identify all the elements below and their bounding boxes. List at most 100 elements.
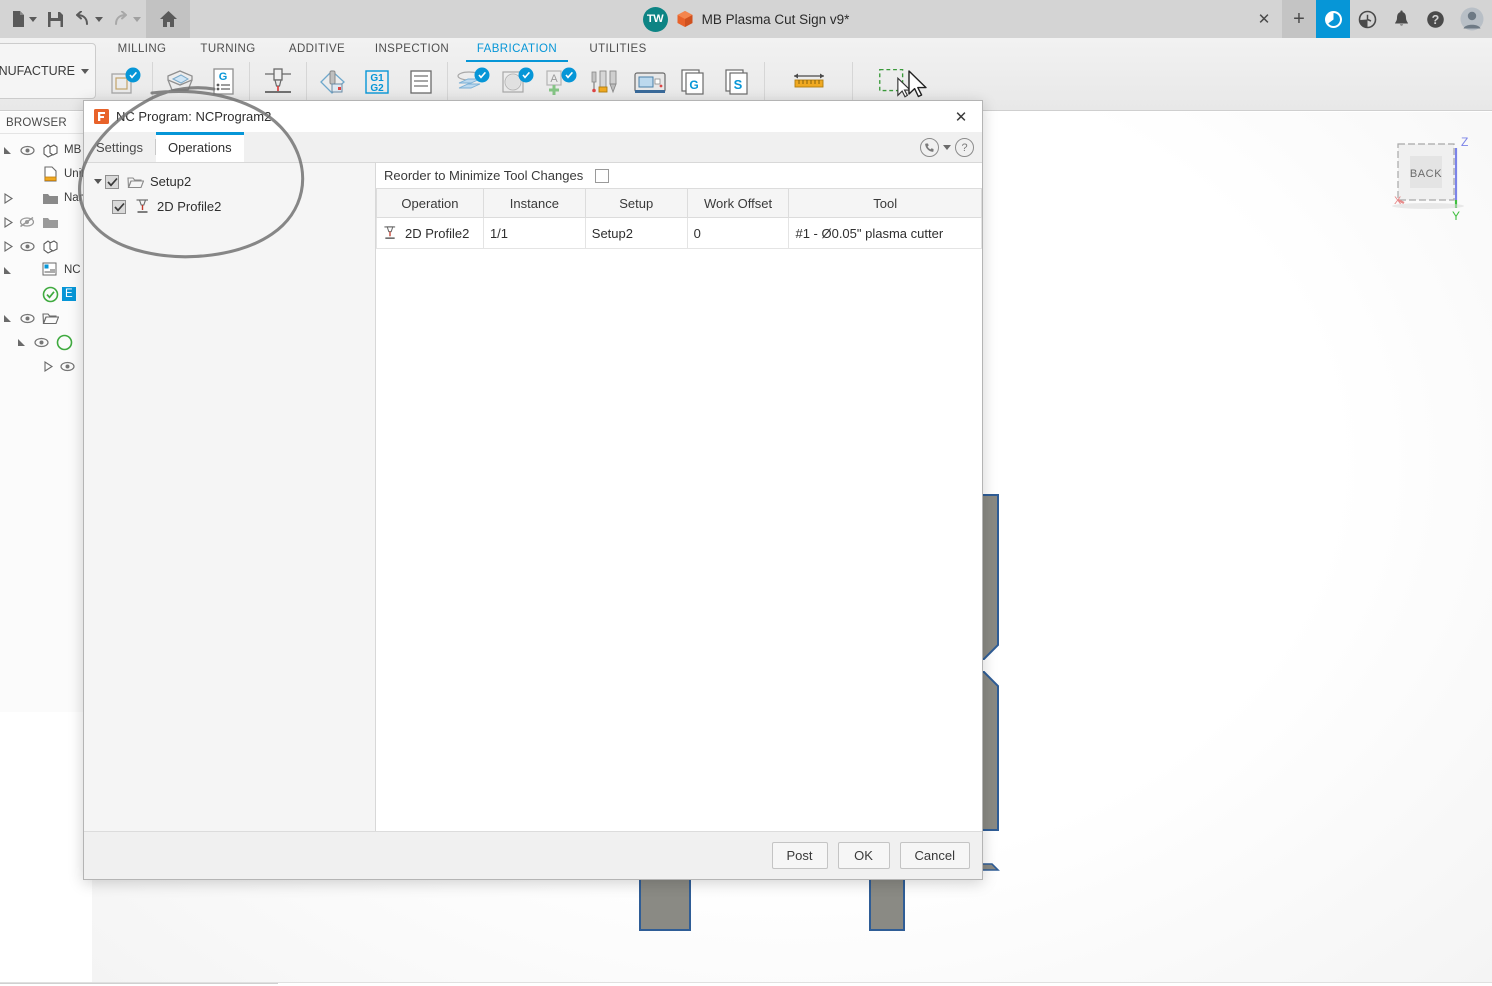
help-circle-icon[interactable]: ? — [955, 138, 974, 157]
browser-item-label: Unit — [62, 168, 84, 180]
post-button[interactable]: Post — [772, 842, 828, 869]
close-icon[interactable]: ✕ — [1246, 0, 1282, 38]
cancel-button[interactable]: Cancel — [900, 842, 970, 869]
browser-item-child[interactable] — [0, 354, 91, 378]
checkbox[interactable] — [105, 175, 119, 189]
visibility-eye-icon[interactable] — [16, 234, 38, 258]
setup-sheet-icon[interactable] — [401, 63, 441, 101]
reorder-checkbox[interactable] — [595, 169, 609, 183]
generate-all-icon[interactable] — [498, 63, 538, 101]
chevron-down-icon[interactable] — [95, 17, 103, 22]
help-icon[interactable]: ? — [1418, 0, 1452, 38]
phone-support-icon[interactable] — [920, 138, 939, 157]
dialog-tabs[interactable]: Settings Operations ? — [84, 132, 982, 163]
ok-button[interactable]: OK — [838, 842, 890, 869]
visibility-eye-icon[interactable] — [30, 330, 52, 354]
browser-tree[interactable]: MB Unit Nam — [0, 134, 91, 378]
tab-settings[interactable]: Settings — [84, 132, 155, 162]
expander-icon[interactable] — [14, 330, 30, 354]
visibility-eye-icon[interactable] — [56, 354, 78, 378]
browser-item-bodies[interactable] — [0, 234, 91, 258]
machine-library-icon[interactable] — [630, 63, 670, 101]
home-button[interactable] — [146, 0, 190, 38]
workspace-switcher[interactable]: MANUFACTURE — [0, 43, 96, 99]
tree-item-setup[interactable]: Setup2 — [84, 169, 375, 194]
generate-toolpath-icon[interactable] — [454, 63, 494, 101]
col-work-offset[interactable]: Work Offset — [687, 189, 789, 218]
browser-item-setup[interactable] — [0, 306, 91, 330]
tab-fabrication[interactable]: FABRICATION — [462, 38, 572, 61]
browser-item-selected[interactable]: E — [0, 282, 91, 306]
dialog-title-bar[interactable]: NC Program: NCProgram2 ✕ — [84, 101, 982, 132]
operations-table[interactable]: Operation Instance Setup Work Offset Too… — [376, 188, 982, 249]
tool-library-icon[interactable] — [586, 63, 626, 101]
2d-profile-icon[interactable] — [258, 63, 298, 101]
script-library-icon[interactable]: S — [718, 63, 758, 101]
checkbox[interactable] — [112, 200, 126, 214]
reorder-label: Reorder to Minimize Tool Changes — [384, 168, 583, 183]
chevron-down-icon[interactable] — [133, 17, 141, 22]
expander-icon[interactable] — [91, 179, 105, 184]
visibility-eye-off-icon[interactable] — [16, 210, 38, 234]
new-tab-button[interactable]: + — [1282, 0, 1316, 38]
browser-item-named-views[interactable]: Nam — [0, 186, 91, 210]
table-row[interactable]: 2D Profile2 1/1 Setup2 0 #1 - Ø0.05" pla… — [377, 218, 982, 249]
team-avatar[interactable]: TW — [643, 7, 668, 32]
nc-program-icon[interactable]: G — [203, 63, 243, 101]
chevron-down-icon[interactable] — [943, 145, 951, 150]
tab-operations[interactable]: Operations — [156, 132, 244, 162]
view-cube[interactable]: BACK Z Y X — [1380, 130, 1490, 230]
chevron-down-icon[interactable] — [29, 17, 37, 22]
col-operation[interactable]: Operation — [377, 189, 484, 218]
tab-utilities[interactable]: UTILITIES — [572, 38, 664, 61]
clock-icon[interactable] — [1350, 0, 1384, 38]
close-icon[interactable]: ✕ — [948, 101, 974, 132]
browser-item-nc-program[interactable]: NC P — [0, 258, 91, 282]
undo-button[interactable] — [70, 4, 106, 34]
browser-item-operation[interactable] — [0, 330, 91, 354]
expander-icon[interactable] — [0, 234, 16, 258]
nest-icon[interactable] — [106, 63, 146, 101]
quick-access-toolbar[interactable] — [0, 0, 190, 38]
col-tool[interactable]: Tool — [789, 189, 982, 218]
tab-milling[interactable]: MILLING — [100, 38, 184, 61]
bell-icon[interactable] — [1384, 0, 1418, 38]
visibility-eye-icon[interactable] — [16, 306, 38, 330]
browser-item-folder-hidden[interactable] — [0, 210, 91, 234]
tab-turning[interactable]: TURNING — [184, 38, 272, 61]
g-code-icon[interactable]: G1 G2 — [357, 63, 397, 101]
add-text-icon[interactable]: A — [542, 63, 582, 101]
tab-inspection[interactable]: INSPECTION — [362, 38, 462, 61]
browser-item-root[interactable]: MB — [0, 138, 91, 162]
expander-icon[interactable] — [0, 306, 16, 330]
expander-icon[interactable] — [0, 138, 16, 162]
title-bar: TW MB Plasma Cut Sign v9* ✕ + — [0, 0, 1492, 38]
tree-item-operation[interactable]: 2D Profile2 — [84, 194, 375, 219]
col-instance[interactable]: Instance — [483, 189, 585, 218]
account-avatar[interactable] — [1452, 0, 1492, 38]
job-status-icon[interactable] — [1316, 0, 1350, 38]
title-bar-right[interactable]: ✕ + ? — [1246, 0, 1492, 38]
operations-tree[interactable]: Setup2 2D Profile2 — [84, 163, 376, 831]
browser-item-units[interactable]: Unit — [0, 162, 91, 186]
reorder-row[interactable]: Reorder to Minimize Tool Changes — [376, 163, 982, 188]
simulate-icon[interactable] — [313, 63, 353, 101]
col-setup[interactable]: Setup — [585, 189, 687, 218]
setup-icon[interactable] — [159, 63, 199, 101]
new-file-button[interactable] — [8, 4, 40, 34]
ribbon-tabs[interactable]: MILLING TURNING ADDITIVE INSPECTION FABR… — [100, 38, 664, 61]
expander-icon[interactable] — [0, 258, 16, 282]
expander-icon[interactable] — [0, 186, 16, 210]
redo-button[interactable] — [108, 4, 144, 34]
dialog-header-actions[interactable]: ? — [920, 132, 974, 163]
measure-icon[interactable] — [789, 63, 829, 101]
tab-additive[interactable]: ADDITIVE — [272, 38, 362, 61]
expander-icon[interactable] — [0, 210, 16, 234]
save-button[interactable] — [42, 4, 68, 34]
chevron-down-icon[interactable] — [81, 69, 89, 74]
nc-program-dialog[interactable]: NC Program: NCProgram2 ✕ Settings Operat… — [83, 100, 983, 880]
expander-icon[interactable] — [40, 354, 56, 378]
visibility-eye-icon[interactable] — [16, 138, 38, 162]
post-library-icon[interactable]: G — [674, 63, 714, 101]
browser-panel[interactable]: BROWSER MB Unit — [0, 112, 92, 712]
